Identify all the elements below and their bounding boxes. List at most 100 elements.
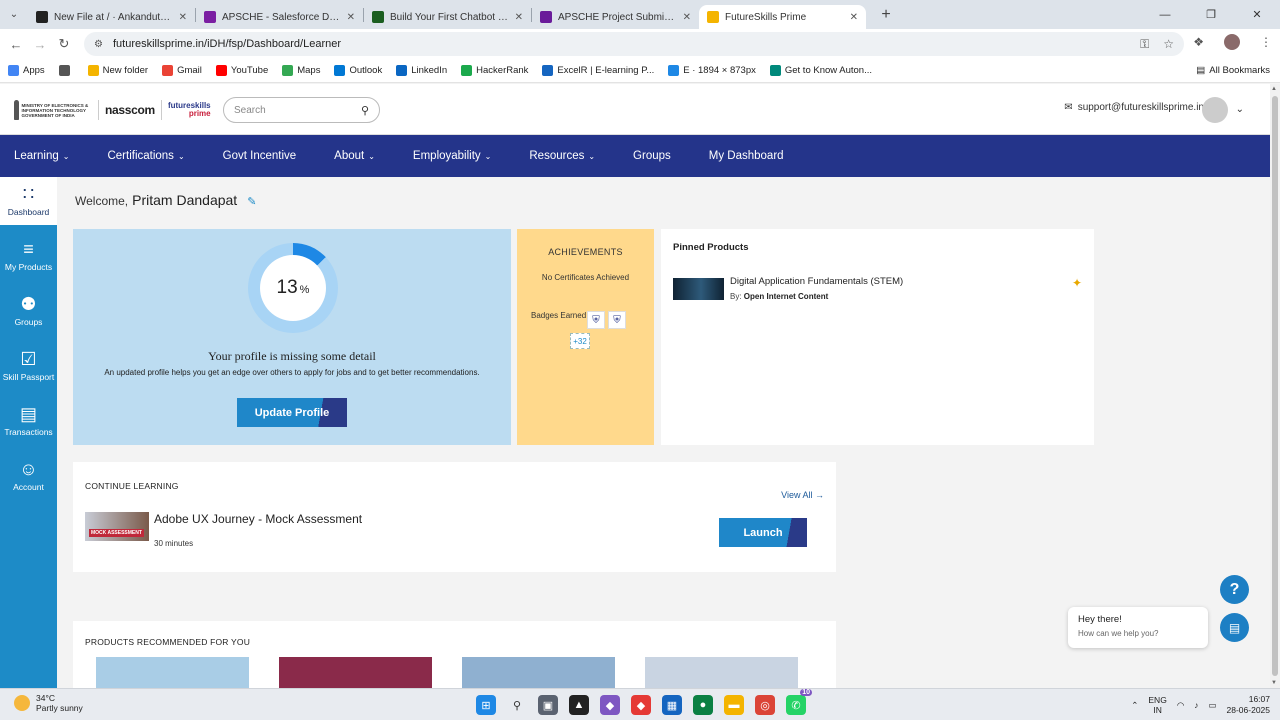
launch-button[interactable]: Launch — [719, 518, 807, 547]
tab-search-icon[interactable]: ⌄ — [0, 0, 28, 29]
browser-tab[interactable]: Build Your First Chatbot | Skillsh ✕ — [364, 5, 531, 29]
taskbar-search-icon[interactable]: ⚲ — [507, 695, 527, 715]
sidebar-item[interactable]: ▤ Transactions — [0, 397, 57, 445]
task-view-icon[interactable]: ▣ — [538, 695, 558, 715]
close-window-icon[interactable]: ✕ — [1234, 0, 1280, 29]
course-title[interactable]: Adobe UX Journey - Mock Assessment — [154, 512, 362, 526]
maximize-icon[interactable]: ❐ — [1188, 0, 1234, 29]
volume-icon[interactable]: ♪ — [1194, 700, 1198, 710]
user-avatar[interactable] — [1202, 97, 1228, 123]
bookmark-star-icon[interactable]: ☆ — [1163, 37, 1174, 52]
close-tab-icon[interactable]: ✕ — [515, 12, 523, 23]
clock[interactable]: 16:07 28-06-2025 — [1227, 694, 1270, 716]
bookmark-item[interactable]: Outlook — [334, 65, 382, 76]
pin-icon[interactable]: ✦ — [1072, 276, 1082, 290]
windows-start-icon[interactable]: ⊞ — [476, 695, 496, 715]
sidebar-item[interactable]: ∷ Dashboard — [0, 177, 57, 225]
product-thumbnail[interactable] — [673, 278, 724, 300]
chat-icon[interactable]: ▤ — [1220, 613, 1249, 642]
support-email-link[interactable]: ✉ support@futureskillsprime.in — [1064, 102, 1204, 113]
search-icon[interactable]: ⚲ — [361, 104, 369, 117]
extensions-icon[interactable]: ❖ — [1193, 35, 1204, 49]
sidebar-item[interactable]: ≡ My Products — [0, 232, 57, 280]
edit-pencil-icon[interactable]: ✎ — [247, 195, 256, 208]
nav-item[interactable]: Learning ⌄ — [14, 150, 69, 162]
minimize-icon[interactable]: — — [1142, 0, 1188, 29]
recommended-product-thumbnail[interactable] — [645, 657, 798, 688]
browser-tab[interactable]: New File at / · Ankandutt/Garag ✕ — [28, 5, 195, 29]
close-tab-icon[interactable]: ✕ — [683, 12, 691, 23]
chevron-down-icon: ⌄ — [177, 151, 185, 161]
browser-tab[interactable]: APSCHE Project Submission For ✕ — [532, 5, 699, 29]
chevron-down-icon[interactable]: ⌄ — [1236, 104, 1244, 115]
bookmark-item[interactable]: Apps — [8, 65, 45, 76]
site-search-input[interactable]: Search ⚲ — [223, 97, 380, 123]
password-key-icon[interactable]: ⚿ — [1140, 37, 1149, 52]
bookmark-item[interactable]: E · 1894 × 873px — [668, 65, 756, 76]
badge-shield-icon[interactable]: ⛨ — [587, 311, 605, 329]
file-explorer-icon[interactable]: ▬ — [724, 695, 744, 715]
nav-item[interactable]: Employability ⌄ — [413, 150, 491, 162]
store-icon[interactable]: ▦ — [662, 695, 682, 715]
recommended-product-thumbnail[interactable] — [462, 657, 615, 688]
close-tab-icon[interactable]: ✕ — [850, 12, 858, 23]
bookmark-item[interactable]: HackerRank — [461, 65, 528, 76]
sidebar-item[interactable]: ☑ Skill Passport — [0, 342, 57, 390]
recommended-product-thumbnail[interactable] — [279, 657, 432, 688]
more-badges-button[interactable]: +32 — [570, 333, 590, 349]
scrollbar-thumb[interactable] — [1272, 96, 1278, 676]
bookmark-item[interactable]: Gmail — [162, 65, 202, 76]
all-bookmarks[interactable]: ▤ All Bookmarks — [1196, 65, 1270, 76]
url-field[interactable]: ⚙ futureskillsprime.in/iDH/fsp/Dashboard… — [84, 32, 1184, 56]
pinned-product-name[interactable]: Digital Application Fundamentals (STEM) — [730, 276, 903, 287]
partner-logos[interactable]: MINISTRY OF ELECTRONICS & INFORMATION TE… — [14, 98, 211, 122]
chrome-icon[interactable]: ◎ — [755, 695, 775, 715]
browser-tab[interactable]: FutureSkills Prime ✕ — [699, 5, 866, 29]
bookmark-item[interactable]: Get to Know Auton... — [769, 65, 872, 76]
nav-item[interactable]: Certifications ⌄ — [107, 150, 184, 162]
nav-item[interactable]: Govt Incentive — [223, 150, 297, 162]
reload-icon[interactable]: ↻ — [52, 36, 76, 52]
help-button[interactable]: ? — [1220, 575, 1249, 604]
sidebar-item[interactable]: ☺ Account — [0, 452, 57, 500]
view-all-link[interactable]: View All → — [781, 490, 824, 500]
weather-widget[interactable]: 34°C Partly sunny — [14, 693, 83, 713]
badge-shield-icon[interactable]: ⛨ — [608, 311, 626, 329]
sidebar-item[interactable]: ⚉ Groups — [0, 287, 57, 335]
nav-item[interactable]: About ⌄ — [334, 150, 375, 162]
bookmark-item[interactable]: ExcelR | E-learning P... — [542, 65, 654, 76]
scroll-up-icon[interactable]: ▲ — [1271, 86, 1277, 92]
edge-icon[interactable]: ● — [693, 695, 713, 715]
close-tab-icon[interactable]: ✕ — [347, 12, 355, 23]
bookmark-item[interactable]: YouTube — [215, 65, 268, 76]
browser-tab[interactable]: APSCHE - Salesforce Devel ✕ — [196, 5, 363, 29]
course-thumbnail[interactable]: MOCK ASSESSMENT — [85, 512, 149, 541]
nav-item[interactable]: Resources ⌄ — [529, 150, 595, 162]
show-hidden-icons[interactable]: ⌃ — [1131, 700, 1138, 711]
close-tab-icon[interactable]: ✕ — [179, 12, 187, 23]
chat-greeting-bubble[interactable]: Hey there! How can we help you? — [1068, 607, 1208, 648]
forward-icon[interactable]: → — [28, 37, 52, 52]
bookmark-item[interactable]: LinkedIn — [396, 65, 447, 76]
new-tab-button[interactable]: + — [876, 6, 896, 24]
update-profile-button[interactable]: Update Profile — [237, 398, 347, 427]
bookmark-item[interactable]: Maps — [282, 65, 320, 76]
bookmark-item[interactable] — [58, 65, 74, 76]
language-indicator[interactable]: ENG IN — [1148, 695, 1166, 715]
arc-app-icon[interactable]: ▲ — [569, 695, 589, 715]
battery-icon[interactable]: ▭ — [1208, 700, 1216, 711]
nav-item[interactable]: Groups — [633, 150, 671, 162]
browser-menu-icon[interactable]: ⋮ — [1260, 35, 1272, 49]
scroll-down-icon[interactable]: ▼ — [1271, 680, 1277, 686]
whatsapp-icon[interactable]: ✆ 10 — [786, 689, 812, 715]
site-info-icon[interactable]: ⚙ — [94, 39, 103, 50]
recommended-product-thumbnail[interactable] — [96, 657, 249, 688]
back-icon[interactable]: ← — [4, 37, 28, 52]
anydesk-icon[interactable]: ◆ — [631, 695, 651, 715]
page-scrollbar[interactable]: ▲ ▼ — [1270, 84, 1280, 688]
wifi-icon[interactable]: ◠ — [1177, 700, 1184, 711]
nav-item[interactable]: My Dashboard — [709, 150, 784, 162]
profile-avatar-icon[interactable] — [1224, 34, 1240, 50]
bookmark-item[interactable]: New folder — [87, 65, 148, 76]
copilot-icon[interactable]: ◆ — [600, 695, 620, 715]
